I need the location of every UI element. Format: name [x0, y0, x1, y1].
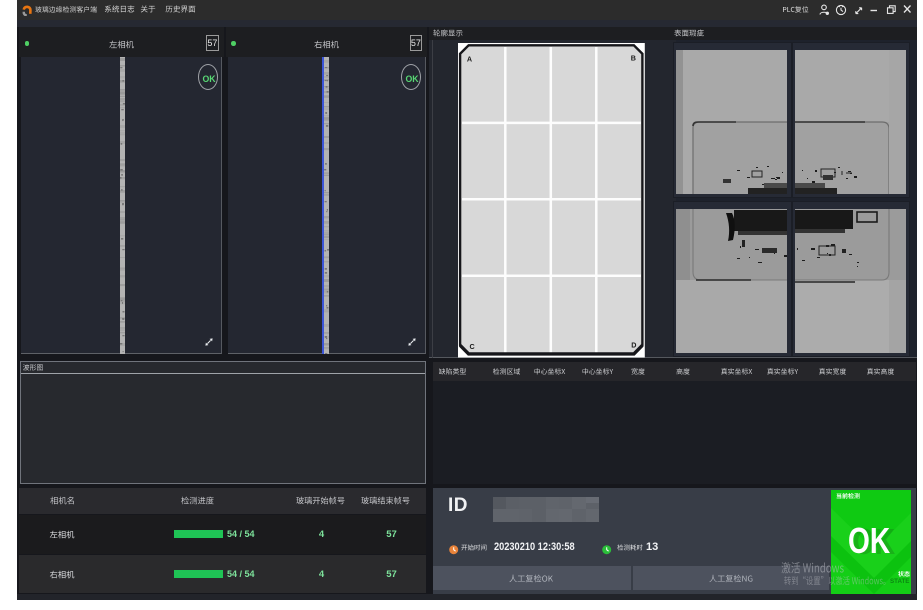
svg-text:D: D [631, 341, 636, 350]
svg-text:A: A [467, 54, 472, 63]
svg-text:C: C [470, 342, 475, 351]
svg-text:B: B [631, 54, 636, 63]
